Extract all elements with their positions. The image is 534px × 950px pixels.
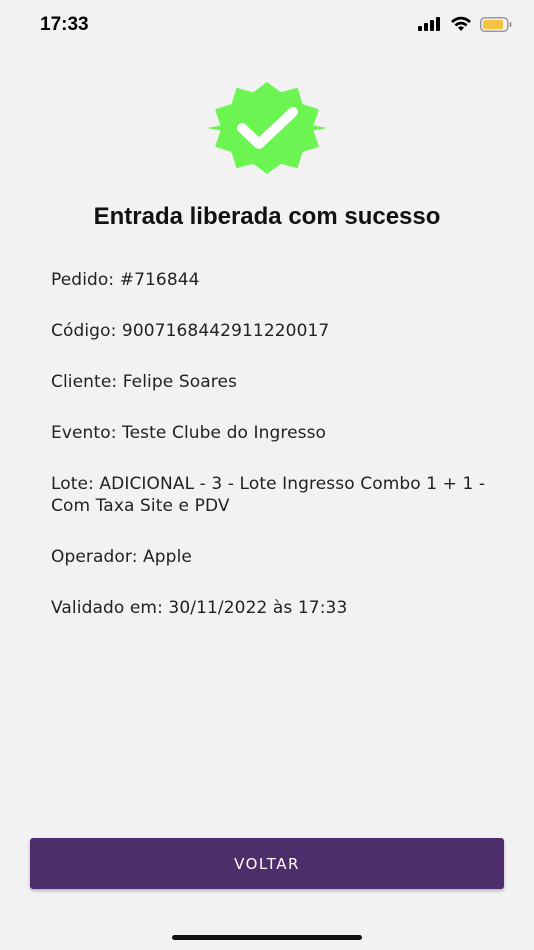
cellular-signal-icon [418, 17, 440, 31]
home-indicator [172, 935, 362, 940]
page-title: Entrada liberada com sucesso [93, 203, 441, 230]
wifi-icon [451, 16, 471, 31]
ticket-code: Código: 9007168442911220017 [51, 321, 330, 341]
status-time: 17:33 [40, 14, 89, 35]
operator-name: Operador: Apple [51, 547, 192, 567]
validation-details: Pedido: #716844 Código: 9007168442911220… [51, 269, 501, 648]
client-name: Cliente: Felipe Soares [51, 372, 237, 392]
batch-info: Lote: ADICIONAL - 3 - Lote Ingresso Comb… [51, 474, 486, 516]
back-button[interactable]: VOLTAR [30, 838, 504, 889]
status-icons [418, 16, 512, 32]
order-number: Pedido: #716844 [51, 270, 200, 290]
battery-icon [480, 16, 512, 32]
status-bar: 17:33 [0, 0, 534, 54]
event-name: Evento: Teste Clube do Ingresso [51, 423, 327, 443]
validated-at: Validado em: 30/11/2022 às 17:33 [51, 598, 348, 618]
verified-checkmark-badge-icon [207, 82, 327, 174]
